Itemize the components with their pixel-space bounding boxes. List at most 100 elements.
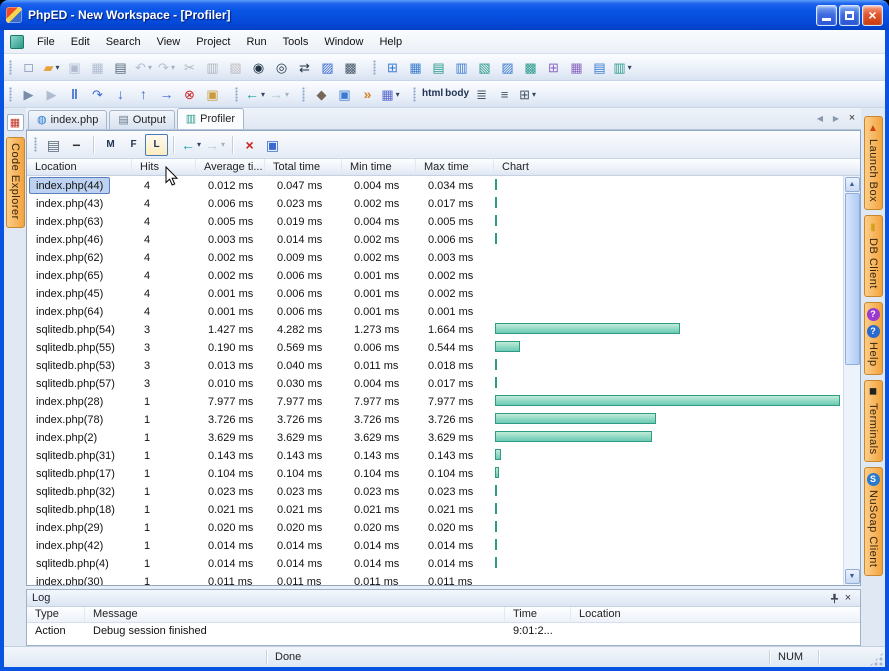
db-query-button[interactable]: ▥: [450, 56, 473, 78]
body-toolbar-button[interactable]: body: [444, 83, 470, 105]
menu-item-view[interactable]: View: [149, 32, 189, 52]
table-row[interactable]: index.php(64)40.001 ms0.006 ms0.001 ms0.…: [27, 302, 860, 320]
open-file-button[interactable]: ▰▾: [40, 56, 63, 78]
log-close-button[interactable]: ×: [841, 591, 855, 605]
column-header-max-time[interactable]: Max time: [416, 159, 494, 175]
dock-tab-code-explorer[interactable]: Code Explorer: [6, 137, 25, 228]
deploy-button[interactable]: »: [356, 83, 379, 105]
table-row[interactable]: index.php(30)10.011 ms0.011 ms0.011 ms0.…: [27, 572, 860, 585]
table-row[interactable]: index.php(63)40.005 ms0.019 ms0.004 ms0.…: [27, 212, 860, 230]
log-column-time[interactable]: Time: [505, 607, 571, 622]
db-form-button[interactable]: ⊞: [381, 56, 404, 78]
column-header-hits[interactable]: Hits: [132, 159, 196, 175]
table-row[interactable]: index.php(62)40.002 ms0.009 ms0.002 ms0.…: [27, 248, 860, 266]
db-table-button[interactable]: ▤: [427, 56, 450, 78]
filter-l-button[interactable]: L: [145, 134, 168, 156]
collapse-button[interactable]: −: [65, 134, 88, 156]
find-next-button[interactable]: ◎: [270, 56, 293, 78]
db-import-button[interactable]: ▩: [519, 56, 542, 78]
toolbar-grip[interactable]: [34, 137, 37, 152]
menu-item-file[interactable]: File: [29, 32, 63, 52]
table-row[interactable]: sqlitedb.php(54)31.427 ms4.282 ms1.273 m…: [27, 320, 860, 338]
preview-button[interactable]: ▣: [333, 83, 356, 105]
table-row[interactable]: index.php(78)13.726 ms3.726 ms3.726 ms3.…: [27, 410, 860, 428]
menu-item-search[interactable]: Search: [98, 32, 149, 52]
toolbar-grip[interactable]: [235, 87, 238, 102]
code-explorer-icon[interactable]: ▦: [7, 114, 24, 131]
settings-button[interactable]: ◆: [310, 83, 333, 105]
menu-item-project[interactable]: Project: [188, 32, 238, 52]
dock-tab-terminals[interactable]: ◼Terminals: [864, 380, 883, 463]
menu-item-help[interactable]: Help: [371, 32, 410, 52]
scroll-up-button[interactable]: ▲: [845, 177, 860, 192]
table-row[interactable]: sqlitedb.php(31)10.143 ms0.143 ms0.143 m…: [27, 446, 860, 464]
scroll-down-button[interactable]: ▼: [845, 569, 860, 584]
tab-scroll-left-button[interactable]: ◀: [813, 111, 827, 125]
menu-item-edit[interactable]: Edit: [63, 32, 98, 52]
column-header-average-ti[interactable]: Average ti...: [196, 159, 265, 175]
toolbar-grip[interactable]: [302, 87, 305, 102]
code-template-button[interactable]: ▩: [339, 56, 362, 78]
mdi-child-icon[interactable]: [10, 35, 24, 49]
clear-results-button[interactable]: ×: [238, 134, 261, 156]
dock-tab-nusoap-client[interactable]: SNuSoap Client: [864, 467, 883, 575]
step-into-button[interactable]: ↓: [109, 83, 132, 105]
menu-item-window[interactable]: Window: [316, 32, 371, 52]
db-report-button[interactable]: ▧: [473, 56, 496, 78]
print-results-button[interactable]: ▤: [42, 134, 65, 156]
column-header-min-time[interactable]: Min time: [342, 159, 416, 175]
new-file-button[interactable]: □: [17, 56, 40, 78]
close-button[interactable]: ×: [862, 5, 883, 26]
table-row[interactable]: sqlitedb.php(32)10.023 ms0.023 ms0.023 m…: [27, 482, 860, 500]
column-header-location[interactable]: Location: [27, 159, 132, 175]
print-button[interactable]: ▤: [109, 56, 132, 78]
outline-button[interactable]: ≣: [470, 83, 493, 105]
table-row[interactable]: sqlitedb.php(18)10.021 ms0.021 ms0.021 m…: [27, 500, 860, 518]
maximize-button[interactable]: [839, 5, 860, 26]
title-bar[interactable]: PhpED - New Workspace - [Profiler] ×: [0, 0, 889, 30]
table-row[interactable]: index.php(42)10.014 ms0.014 ms0.014 ms0.…: [27, 536, 860, 554]
stop-button[interactable]: ⊗: [178, 83, 201, 105]
dock-tab-help[interactable]: ??Help: [864, 302, 883, 375]
log-column-type[interactable]: Type: [27, 607, 85, 622]
auto-hide-pin-button[interactable]: [827, 591, 841, 605]
table-row[interactable]: index.php(43)40.006 ms0.023 ms0.002 ms0.…: [27, 194, 860, 212]
table-row[interactable]: index.php(65)40.002 ms0.006 ms0.001 ms0.…: [27, 266, 860, 284]
table-row[interactable]: sqlitedb.php(55)30.190 ms0.569 ms0.006 m…: [27, 338, 860, 356]
step-over-button[interactable]: ↷: [86, 83, 109, 105]
table-row[interactable]: index.php(28)17.977 ms7.977 ms7.977 ms7.…: [27, 392, 860, 410]
toolbar-grip[interactable]: [9, 87, 12, 102]
table-row[interactable]: sqlitedb.php(53)30.013 ms0.040 ms0.011 m…: [27, 356, 860, 374]
db-export-button[interactable]: ▨: [496, 56, 519, 78]
dock-tab-launch-box[interactable]: ▲Launch Box: [864, 116, 883, 210]
toolbar-grip[interactable]: [373, 60, 376, 75]
tab-close-button[interactable]: ×: [845, 111, 859, 125]
tree-button[interactable]: ⊞▾: [516, 83, 539, 105]
minimize-button[interactable]: [816, 5, 837, 26]
column-header-chart[interactable]: Chart: [494, 159, 860, 175]
table-row[interactable]: index.php(45)40.001 ms0.006 ms0.001 ms0.…: [27, 284, 860, 302]
table-row[interactable]: index.php(29)10.020 ms0.020 ms0.020 ms0.…: [27, 518, 860, 536]
db-view-button[interactable]: ▦: [565, 56, 588, 78]
menu-item-run[interactable]: Run: [238, 32, 274, 52]
tab-output[interactable]: ▤Output: [109, 110, 174, 129]
back-button[interactable]: ←▾: [243, 83, 267, 105]
layout-button[interactable]: ▦▾: [379, 83, 402, 105]
menu-item-tools[interactable]: Tools: [275, 32, 317, 52]
db-grid-button[interactable]: ▦: [404, 56, 427, 78]
filter-m-button[interactable]: M: [99, 134, 122, 156]
tab-scroll-right-button[interactable]: ▶: [829, 111, 843, 125]
run-to-cursor-button[interactable]: →: [155, 83, 178, 105]
toolbar-grip[interactable]: [413, 87, 416, 102]
table-row[interactable]: index.php(46)40.003 ms0.014 ms0.002 ms0.…: [27, 230, 860, 248]
find-button[interactable]: ◉: [247, 56, 270, 78]
dock-tab-db-client[interactable]: ▮DB Client: [864, 215, 883, 297]
html-toolbar-button[interactable]: html: [421, 83, 444, 105]
run-button[interactable]: ▶: [17, 83, 40, 105]
db-list-button[interactable]: ▥▾: [611, 56, 634, 78]
table-row[interactable]: index.php(44)40.012 ms0.047 ms0.004 ms0.…: [27, 176, 860, 194]
step-out-button[interactable]: ↑: [132, 83, 155, 105]
bookmark-button[interactable]: ▨: [316, 56, 339, 78]
tab-profiler[interactable]: ▥Profiler: [177, 108, 244, 129]
replace-button[interactable]: ⇄: [293, 56, 316, 78]
